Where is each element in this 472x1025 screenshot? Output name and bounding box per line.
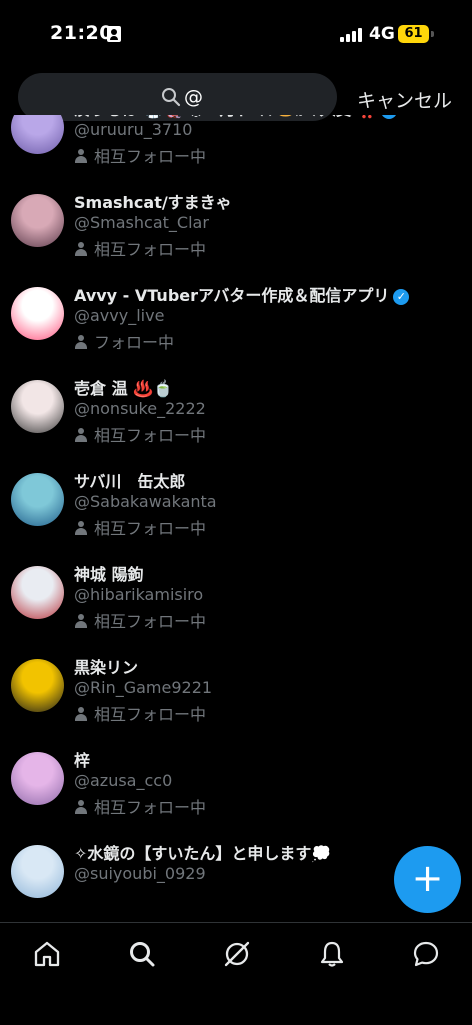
user-row[interactable]: 神城 陽鉤 @hibarikamisiro 相互フォロー中 <box>0 557 472 650</box>
user-display-name-text: 梓 <box>74 751 91 770</box>
follow-status: 相互フォロー中 <box>74 515 206 539</box>
user-display-name-text: サバ川 缶太郎 <box>74 472 186 491</box>
follow-status-text: 相互フォロー中 <box>94 798 207 817</box>
network-type: 4G <box>369 24 395 44</box>
user-display-name: Avvy - VTuberアバター作成＆配信アプリ ✓ <box>74 282 410 306</box>
home-indicator <box>168 1010 304 1015</box>
user-handle: @Rin_Game9221 <box>74 678 213 697</box>
follow-status: 相互フォロー中 <box>74 236 206 260</box>
user-row[interactable]: 壱倉 温 ♨️🍵 @nonsuke_2222 相互フォロー中 <box>0 371 472 464</box>
user-row[interactable]: Smashcat/すまきゃ @Smashcat_Clar 相互フォロー中 <box>0 185 472 278</box>
person-icon <box>74 335 88 349</box>
user-handle: @nonsuke_2222 <box>74 399 206 418</box>
user-handle: @uruuru_3710 <box>74 120 193 139</box>
follow-status: 相互フォロー中 <box>74 794 206 818</box>
user-results-list: 湊うるは 🥼🪼 ◌̊ 8月ドｰﾅﾂ🍩ｶﾞﾁ入賞 ‼️ ✓ @uruuru_3710 相… <box>0 115 472 921</box>
follow-status: フォロー中 <box>74 329 174 353</box>
user-row[interactable]: 梓 @azusa_cc0 相互フォロー中 <box>0 743 472 836</box>
user-display-name-text: Avvy - VTuberアバター作成＆配信アプリ <box>74 286 390 305</box>
user-display-name: 梓 <box>74 747 90 771</box>
home-icon[interactable] <box>32 939 62 969</box>
user-display-name-text: ✧水鏡の【すいたん】と申します💭 <box>74 844 332 863</box>
follow-status: 相互フォロー中 <box>74 701 206 725</box>
cancel-button[interactable]: キャンセル <box>357 86 452 113</box>
user-row[interactable]: 黒染リン @Rin_Game9221 相互フォロー中 <box>0 650 472 743</box>
user-display-name: ✧水鏡の【すいたん】と申します💭 <box>74 840 331 864</box>
user-display-name-text: 神城 陽鉤 <box>74 565 144 584</box>
user-avatar[interactable] <box>11 473 64 526</box>
user-avatar[interactable] <box>11 380 64 433</box>
person-icon <box>74 707 88 721</box>
compose-button[interactable]: + <box>394 846 461 913</box>
follow-status-text: 相互フォロー中 <box>94 147 207 166</box>
battery-tip <box>431 31 434 37</box>
user-avatar[interactable] <box>11 752 64 805</box>
chat-icon[interactable] <box>411 939 441 969</box>
follow-status: 相互フォロー中 <box>74 143 206 167</box>
user-display-name-text: 壱倉 温 ♨️🍵 <box>74 379 173 398</box>
follow-status: 相互フォロー中 <box>74 422 206 446</box>
user-display-name: サバ川 缶太郎 <box>74 468 185 492</box>
search-icon[interactable] <box>127 939 157 969</box>
user-row[interactable]: サバ川 缶太郎 @Sabakawakanta 相互フォロー中 <box>0 464 472 557</box>
user-avatar[interactable] <box>11 566 64 619</box>
user-handle: @suiyoubi_0929 <box>74 864 206 883</box>
search-input[interactable]: @ <box>18 73 337 121</box>
user-avatar[interactable] <box>11 659 64 712</box>
user-display-name: 黒染リン <box>74 654 138 678</box>
follow-status-text: 相互フォロー中 <box>94 612 207 631</box>
user-avatar[interactable] <box>11 845 64 898</box>
user-display-name: 神城 陽鉤 <box>74 561 144 585</box>
focus-person-icon <box>107 26 121 42</box>
bell-icon[interactable] <box>317 939 347 969</box>
grok-icon[interactable] <box>222 939 252 969</box>
user-row[interactable]: 湊うるは 🥼🪼 ◌̊ 8月ドｰﾅﾂ🍩ｶﾞﾁ入賞 ‼️ ✓ @uruuru_3710 相… <box>0 115 472 185</box>
user-display-name: 壱倉 温 ♨️🍵 <box>74 375 173 399</box>
user-avatar[interactable] <box>11 287 64 340</box>
person-icon <box>74 428 88 442</box>
follow-status: 相互フォロー中 <box>74 608 206 632</box>
user-handle: @azusa_cc0 <box>74 771 173 790</box>
person-icon <box>74 521 88 535</box>
user-row[interactable]: Avvy - VTuberアバター作成＆配信アプリ ✓ @avvy_live フォロー… <box>0 278 472 371</box>
follow-status-text: 相互フォロー中 <box>94 426 207 445</box>
verified-badge-icon: ✓ <box>393 289 410 305</box>
follow-status-text: フォロー中 <box>94 333 175 352</box>
person-icon <box>74 800 88 814</box>
verified-badge-icon: ✓ <box>381 115 398 119</box>
clock: 21:20 <box>50 22 113 44</box>
user-avatar[interactable] <box>11 194 64 247</box>
user-handle: @avvy_live <box>74 306 165 325</box>
follow-status-text: 相互フォロー中 <box>94 240 207 259</box>
user-avatar[interactable] <box>11 115 64 154</box>
status-bar: 21:20 4G 61 <box>0 0 472 70</box>
follow-status-text: 相互フォロー中 <box>94 705 207 724</box>
battery-icon: 61 <box>398 25 429 43</box>
user-display-name-text: Smashcat/すまきゃ <box>74 193 232 212</box>
user-display-name-text: 黒染リン <box>74 658 139 677</box>
person-icon <box>74 242 88 256</box>
user-handle: @Smashcat_Clar <box>74 213 209 232</box>
user-handle: @Sabakawakanta <box>74 492 217 511</box>
signal-icon <box>340 26 364 42</box>
user-display-name: Smashcat/すまきゃ <box>74 189 232 213</box>
user-handle: @hibarikamisiro <box>74 585 204 604</box>
search-query: @ <box>184 86 203 108</box>
person-icon <box>74 149 88 163</box>
follow-status-text: 相互フォロー中 <box>94 519 207 538</box>
person-icon <box>74 614 88 628</box>
search-icon <box>162 88 181 107</box>
user-display-name-text: 湊うるは 🥼🪼 ◌̊ 8月ドｰﾅﾂ🍩ｶﾞﾁ入賞 ‼️ <box>74 115 377 119</box>
